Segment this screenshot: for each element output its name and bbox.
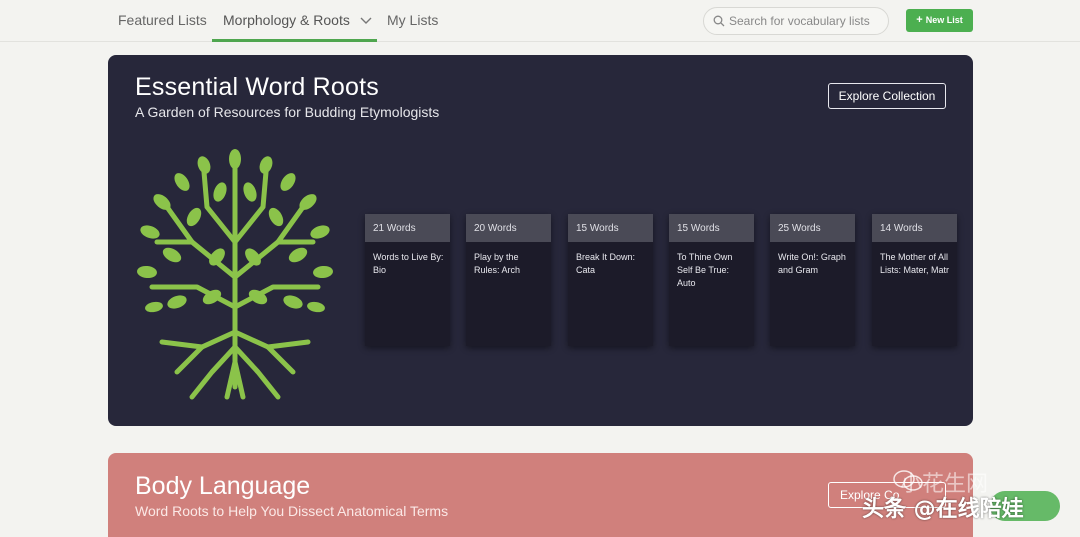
card-word-count: 25 Words [770,214,855,242]
card-word-count: 15 Words [568,214,653,242]
collection-title: Essential Word Roots [135,73,379,101]
card-title: Play by the Rules: Arch [474,252,521,275]
card-word-count: 14 Words [872,214,957,242]
explore-collection-button[interactable]: Explore Collection [828,83,946,109]
tab-label: Featured Lists [118,12,207,28]
tab-label: My Lists [387,12,439,28]
card-title: Words to Live By: Bio [373,252,444,275]
card-title: The Mother of All Lists: Mater, Matr [880,252,950,275]
search-icon [713,15,725,27]
collection-subtitle: A Garden of Resources for Budding Etymol… [135,104,440,120]
search-placeholder: Search for vocabulary lists [729,14,870,28]
card-word-count: 20 Words [466,214,551,242]
collection-body-language: Body Language Word Roots to Help You Dis… [108,453,973,537]
word-list-card[interactable]: 21 Words Words to Live By: Bio [365,214,450,346]
watermark-author: 头条 @在线陪娃 [862,497,1024,522]
word-list-card[interactable]: 20 Words Play by the Rules: Arch [466,214,551,346]
new-list-button[interactable]: + New List [906,9,973,32]
tab-morphology-roots[interactable]: Morphology & Roots [212,0,377,42]
top-nav: Featured Lists Morphology & Roots My Lis… [0,0,1080,42]
word-list-card[interactable]: 25 Words Write On!: Graph and Gram [770,214,855,346]
card-title: Break It Down: Cata [576,252,636,275]
card-word-count: 21 Words [365,214,450,242]
tree-logo [137,149,333,400]
tab-featured-lists[interactable]: Featured Lists [118,0,207,42]
card-title: To Thine Own Self Be True: Auto [677,252,733,288]
word-list-card[interactable]: 14 Words The Mother of All Lists: Mater,… [872,214,957,346]
collection-essential-word-roots: Essential Word Roots A Garden of Resourc… [108,55,973,426]
card-word-count: 15 Words [669,214,754,242]
new-list-label: New List [925,15,963,25]
tab-label: Morphology & Roots [223,12,350,28]
word-list-card[interactable]: 15 Words To Thine Own Self Be True: Auto [669,214,754,346]
word-list-card[interactable]: 15 Words Break It Down: Cata [568,214,653,346]
search-input[interactable]: Search for vocabulary lists [703,7,889,35]
collection-title: Body Language [135,472,311,500]
tab-my-lists[interactable]: My Lists [387,0,438,42]
plus-icon: + [916,14,923,26]
chevron-down-icon [360,17,372,25]
collection-subtitle: Word Roots to Help You Dissect Anatomica… [135,503,449,519]
card-title: Write On!: Graph and Gram [778,252,846,275]
